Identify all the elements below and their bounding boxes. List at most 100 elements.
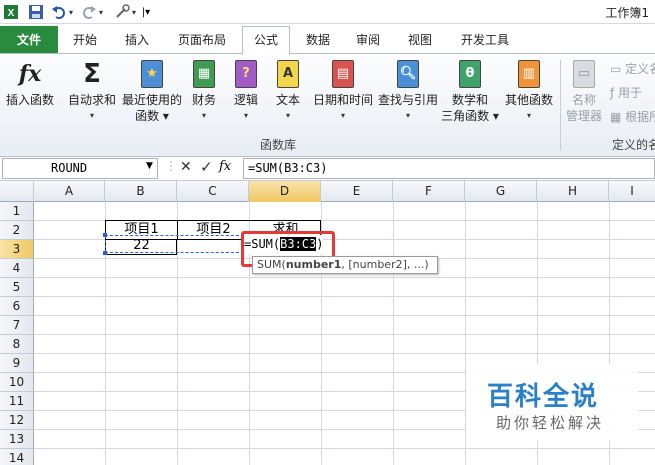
create-from-selection-button[interactable]: ▦ 根据所 [610,108,655,125]
lookup-reference-button[interactable]: 🔍︎ 查找与引用 ▾ [376,58,440,124]
insert-function-button[interactable]: fx 插入函数 [2,58,58,108]
row-header-4[interactable]: 4 [0,259,34,278]
tools-dropdown-icon[interactable]: ▾ [130,3,138,21]
financial-book-icon: ▦ [189,58,219,90]
grid-line [34,296,655,297]
defined-names-label: 定义的名 [612,138,655,152]
use-in-formula-icon: ƒ [610,86,619,100]
grid-line [34,448,655,449]
name-box[interactable]: ROUND [2,158,158,179]
logical-book-icon: ? [231,58,261,90]
undo-dropdown-icon[interactable]: ▾ [67,3,75,21]
logical-button[interactable]: ? 逻辑 ▾ [228,58,264,124]
watermark-title: 百科全说 [487,382,600,412]
text-book-icon: A [273,58,303,90]
grid-line [34,334,655,335]
tab-formulas[interactable]: 公式 [242,26,290,55]
redo-icon[interactable] [80,3,98,21]
tab-developer[interactable]: 开发工具 [452,28,518,54]
tab-review[interactable]: 审阅 [346,28,390,54]
column-header-d[interactable]: D [249,181,321,202]
recently-used-button[interactable]: ★ 最近使用的 函数 ▾ [120,58,184,124]
title-bar: X ▾ ▾ ▾ |▾ 工作簿1 [0,0,655,24]
tooltip-arg-current: number1 [285,258,342,271]
magnifier-book-icon: 🔍︎ [393,58,423,90]
more-functions-button[interactable]: ▥ 其他函数 ▾ [502,58,556,124]
ribbon-tabs: 文件 开始 插入 页面布局 公式 数据 审阅 视图 开发工具 [0,24,655,55]
row-header-8[interactable]: 8 [0,335,34,354]
formula-bar-grip-icon: ⋮ [165,159,177,173]
customize-toolbar-icon[interactable]: |▾ [140,3,152,21]
row-header-7[interactable]: 7 [0,316,34,335]
tab-home[interactable]: 开始 [62,28,108,54]
tab-insert[interactable]: 插入 [114,28,160,54]
row-header-2[interactable]: 2 [0,221,34,240]
row-header-12[interactable]: 12 [0,411,34,430]
column-header-a[interactable]: A [34,181,105,202]
cell-b3[interactable]: 22 [106,236,177,255]
function-tooltip[interactable]: SUM(number1, [number2], ...) [252,256,438,274]
autosum-button[interactable]: Σ 自动求和 ▾ [64,58,120,124]
enter-check-icon[interactable]: ✓ [200,158,213,176]
function-fx-icon: fx [18,61,42,87]
select-all-corner[interactable] [0,181,34,202]
row-header-1[interactable]: 1 [0,202,34,221]
selected-reference: B3:C3 [280,237,317,251]
group-separator [560,60,561,150]
tab-data[interactable]: 数据 [296,28,340,54]
function-library-label: 函数库 [260,138,297,152]
row-header-13[interactable]: 13 [0,430,34,449]
grid-line [34,353,655,354]
formula-bar: ROUND ▼ ⋮ ✕ ✓ fx =SUM(B3:C3) [0,157,655,181]
books-stack-icon: ▥ [514,58,544,90]
row-header-10[interactable]: 10 [0,373,34,392]
tab-file[interactable]: 文件 [0,26,58,54]
column-header-b[interactable]: B [105,181,177,202]
tab-page-layout[interactable]: 页面布局 [166,28,238,54]
tools-icon[interactable] [113,3,131,21]
use-in-formula-button[interactable]: ƒ 用于 [610,84,642,101]
grid-line [34,315,655,316]
column-header-g[interactable]: G [465,181,537,202]
column-header-c[interactable]: C [177,181,249,202]
row-header-3[interactable]: 3 [0,240,34,259]
column-header-i[interactable]: I [609,181,655,202]
row-header-6[interactable]: 6 [0,297,34,316]
cell-d3-editor[interactable]: =SUM(B3:C3) [244,235,324,254]
column-header-e[interactable]: E [321,181,393,202]
tab-view[interactable]: 视图 [398,28,442,54]
excel-logo-icon: X [2,3,20,21]
text-button[interactable]: A 文本 ▾ [270,58,306,124]
name-manager-button[interactable]: ▭ 名称 管理器 [564,58,604,124]
name-box-dropdown-icon[interactable]: ▼ [146,161,153,171]
insert-function-fx-icon[interactable]: fx [219,159,231,174]
workbook-title: 工作簿1 [605,6,649,20]
row-header-14[interactable]: 14 [0,449,34,465]
column-header-f[interactable]: F [393,181,465,202]
column-header-h[interactable]: H [537,181,609,202]
row-header-11[interactable]: 11 [0,392,34,411]
define-name-icon: ▭ [610,62,626,76]
financial-button[interactable]: ▦ 财务 ▾ [186,58,222,124]
save-icon[interactable] [27,3,45,21]
svg-text:X: X [8,8,15,19]
theta-book-icon: θ [455,58,485,90]
sigma-icon: Σ [83,59,101,89]
math-trig-button[interactable]: θ 数学和 三角函数 ▾ [440,58,500,124]
undo-icon[interactable] [50,3,68,21]
watermark-subtitle: 助你轻松解决 [496,414,605,432]
redo-dropdown-icon[interactable]: ▾ [97,3,105,21]
calendar-book-icon: ▤ [328,58,358,90]
formula-input[interactable]: =SUM(B3:C3) [243,158,655,179]
define-name-button[interactable]: ▭ 定义名 [610,60,655,77]
cancel-icon[interactable]: ✕ [180,159,192,175]
row-header-9[interactable]: 9 [0,354,34,373]
star-book-icon: ★ [137,58,167,90]
create-from-selection-icon: ▦ [610,110,626,124]
date-time-button[interactable]: ▤ 日期和时间 ▾ [310,58,376,124]
column-headers: A B C D E F G H I [0,181,655,202]
row-header-5[interactable]: 5 [0,278,34,297]
grid-line [34,277,655,278]
name-manager-icon: ▭ [569,58,599,90]
ribbon: fx 插入函数 Σ 自动求和 ▾ ★ 最近使用的 函数 ▾ ▦ 财务 ▾ ? 逻… [0,53,655,157]
